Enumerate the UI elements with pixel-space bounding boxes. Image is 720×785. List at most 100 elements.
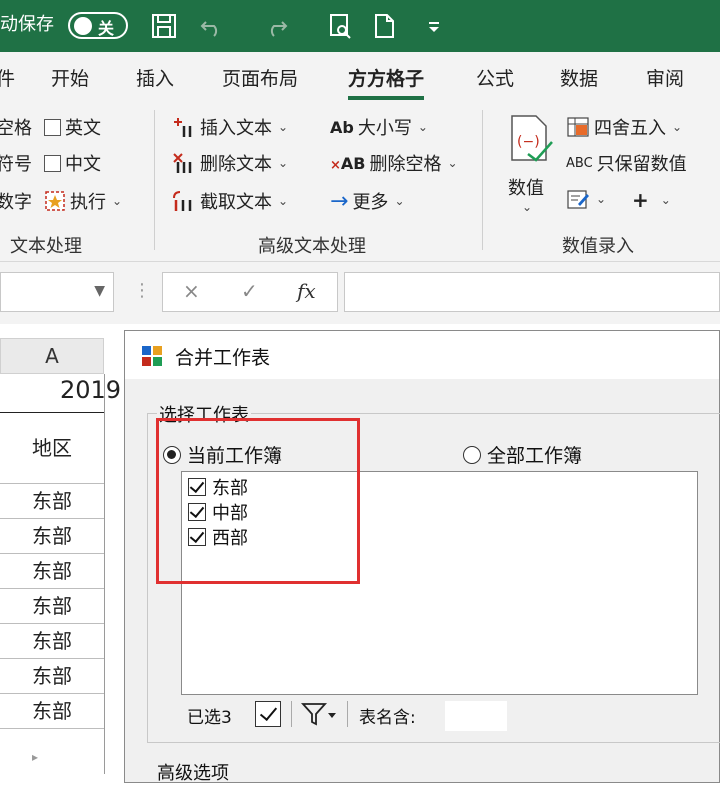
- form-edit-icon: [567, 190, 589, 209]
- tab-fangfang[interactable]: 方方格子: [348, 64, 425, 100]
- table-row[interactable]: 东部: [0, 694, 104, 729]
- group-label-text: 高级文本处理: [258, 236, 366, 257]
- ribbon: 空格 符号 数字 英文 中文 执行 ⌄ 文本处理 插入文本 ⌄ 删除文本 ⌄ 截取文本…: [0, 102, 720, 262]
- save-icon[interactable]: [150, 12, 178, 40]
- list-item[interactable]: 西部: [188, 524, 248, 550]
- symbol-button[interactable]: 符号: [0, 150, 32, 176]
- new-file-icon[interactable]: [370, 12, 398, 40]
- dialog-title-bar: 合并工作表: [125, 331, 719, 379]
- chinese-checkbox[interactable]: 中文: [44, 150, 101, 176]
- drag-handle-icon[interactable]: ⋮: [133, 280, 151, 301]
- tab-insert[interactable]: 插入: [136, 64, 174, 91]
- formula-bar: ▼ ⋮ × ✓ fx: [0, 262, 720, 324]
- name-filter-input[interactable]: [445, 701, 507, 731]
- extract-text-button[interactable]: 截取文本 ⌄: [172, 188, 288, 214]
- toggle-label: 关: [98, 19, 115, 38]
- extract-text-icon: [173, 191, 192, 211]
- tab-page-layout[interactable]: 页面布局: [222, 64, 298, 91]
- checkbox-icon: [44, 154, 61, 172]
- delete-space-button[interactable]: ×AB 删除空格 ⌄: [330, 150, 458, 176]
- title-bar: 动保存 关: [0, 0, 720, 52]
- redo-icon[interactable]: [262, 12, 290, 40]
- ribbon-tabs: 件 开始 插入 页面布局 方方格子 公式 数据 审阅: [0, 52, 720, 102]
- name-box[interactable]: ▼: [0, 272, 114, 312]
- app-icon: [142, 346, 162, 366]
- column-header-a[interactable]: A: [0, 338, 104, 374]
- keep-value-icon: ABC: [566, 155, 593, 171]
- ribbon-separator: [482, 110, 483, 250]
- delete-space-icon: ×AB: [330, 153, 366, 173]
- list-item[interactable]: 中部: [188, 499, 248, 525]
- header-cell[interactable]: 地区: [0, 412, 104, 484]
- delete-text-icon: [173, 153, 192, 173]
- edit-form-button[interactable]: ⌄: [566, 188, 606, 210]
- divider: [291, 701, 292, 727]
- sheet-list[interactable]: 东部 中部 西部: [181, 471, 698, 695]
- selected-count: 已选3: [187, 708, 232, 728]
- case-button[interactable]: Ab 大小写 ⌄: [330, 114, 428, 140]
- more-button[interactable]: → 更多 ⌄: [330, 188, 405, 214]
- table-row[interactable]: 东部: [0, 589, 104, 624]
- autosave-toggle[interactable]: 关: [68, 12, 128, 39]
- keep-value-button[interactable]: ABC 只保留数值: [566, 150, 687, 176]
- advanced-options-label: 高级选项: [157, 763, 229, 784]
- tab-data[interactable]: 数据: [560, 64, 598, 91]
- arrow-right-icon: →: [330, 188, 349, 214]
- radio-selected-icon: [163, 445, 181, 464]
- formula-input[interactable]: [344, 272, 720, 312]
- grid-line: [104, 374, 105, 774]
- group-label-text: 数值录入: [562, 236, 634, 257]
- checkbox-icon: [44, 118, 61, 136]
- radio-unselected-icon: [463, 445, 481, 464]
- fx-icon[interactable]: fx: [297, 279, 316, 303]
- toggle-knob: [74, 17, 92, 35]
- insert-text-icon: [174, 118, 192, 137]
- radio-current-workbook[interactable]: 当前工作簿: [163, 441, 282, 468]
- confirm-icon[interactable]: ✓: [241, 279, 258, 303]
- checked-icon[interactable]: [188, 528, 206, 546]
- name-contains-label: 表名含:: [359, 708, 416, 728]
- execute-icon: [45, 191, 65, 211]
- customize-qat-icon[interactable]: [420, 12, 448, 40]
- select-all-checkbox[interactable]: [255, 701, 281, 727]
- table-row[interactable]: 东部: [0, 519, 104, 554]
- tab-file[interactable]: 件: [0, 64, 15, 91]
- number-button[interactable]: 数字: [0, 188, 32, 214]
- round-icon: [567, 117, 589, 137]
- plus-icon: +: [632, 188, 649, 212]
- print-preview-icon[interactable]: [326, 12, 354, 40]
- checked-icon[interactable]: [188, 503, 206, 521]
- round-button[interactable]: 四舍五入 ⌄: [566, 114, 682, 140]
- english-checkbox[interactable]: 英文: [44, 114, 101, 140]
- table-row[interactable]: 东部: [0, 554, 104, 589]
- tab-home[interactable]: 开始: [51, 64, 89, 91]
- scroll-left-icon[interactable]: ▸: [32, 750, 38, 764]
- year-cell[interactable]: 2019: [60, 376, 121, 404]
- tab-review[interactable]: 审阅: [646, 64, 684, 91]
- svg-text:(−): (−): [517, 134, 540, 150]
- execute-button[interactable]: 执行 ⌄: [44, 188, 122, 214]
- group-label-text: 文本处理: [10, 236, 82, 257]
- list-item[interactable]: 东部: [188, 474, 248, 500]
- radio-all-workbooks[interactable]: 全部工作簿: [463, 441, 582, 468]
- table-row[interactable]: 东部: [0, 659, 104, 694]
- filter-icon[interactable]: [301, 701, 337, 727]
- table-row[interactable]: 东部: [0, 624, 104, 659]
- plus-button[interactable]: + ⌄: [632, 188, 671, 212]
- tab-formulas[interactable]: 公式: [476, 64, 514, 91]
- delete-text-button[interactable]: 删除文本 ⌄: [172, 150, 288, 176]
- undo-icon[interactable]: [198, 12, 226, 40]
- autosave-label: 动保存: [0, 14, 54, 35]
- value-button[interactable]: (−) 数值 ⌄: [500, 112, 556, 222]
- dropdown-arrow-icon[interactable]: ▼: [94, 283, 105, 299]
- merge-sheets-dialog: 合并工作表 选择工作表 当前工作簿 全部工作簿 东部 中部 西部 已选3 表名含…: [124, 330, 720, 784]
- insert-text-button[interactable]: 插入文本 ⌄: [172, 114, 288, 140]
- cancel-icon[interactable]: ×: [183, 279, 200, 303]
- formula-buttons: × ✓ fx: [162, 272, 338, 312]
- space-button[interactable]: 空格: [0, 114, 32, 140]
- dialog-title: 合并工作表: [175, 347, 271, 369]
- checked-icon[interactable]: [188, 478, 206, 496]
- case-icon: Ab: [330, 117, 354, 137]
- table-row[interactable]: 东部: [0, 484, 104, 519]
- value-icon: (−): [511, 115, 553, 162]
